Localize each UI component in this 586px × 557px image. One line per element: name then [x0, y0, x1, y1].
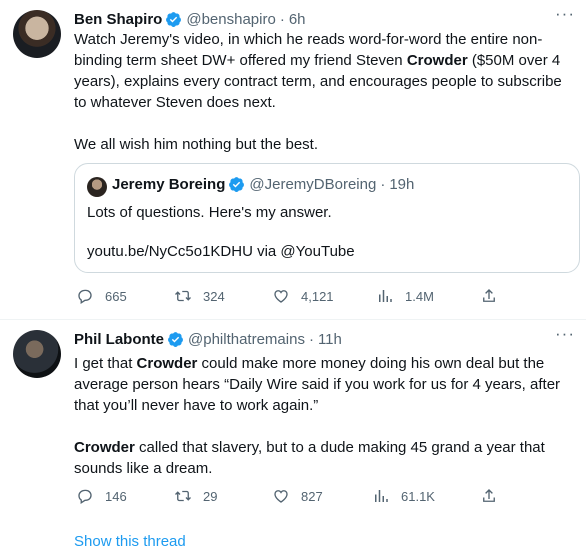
retweet-count: 29	[203, 488, 218, 504]
like-button[interactable]: 4,121	[272, 286, 334, 306]
avatar[interactable]	[13, 10, 61, 58]
highlighted-term: Crowder	[136, 355, 198, 372]
author-handle[interactable]: @benshapiro	[186, 11, 275, 28]
tweet-text: Watch Jeremy's video, in which he reads …	[74, 29, 574, 155]
reply-button[interactable]: 146	[76, 486, 127, 506]
heart-icon	[274, 290, 288, 303]
verified-badge-icon	[166, 11, 182, 27]
tweet-ben-shapiro[interactable]: Ben Shapiro @benshapiro · 6h ··· Watch J…	[0, 0, 586, 320]
quoted-tweet[interactable]: Jeremy Boreing @JeremyDBoreing · 19h Lot…	[74, 163, 580, 273]
retweet-icon	[175, 290, 191, 302]
retweet-icon	[175, 490, 191, 502]
reply-button[interactable]: 665	[76, 286, 127, 306]
timestamp[interactable]: 6h	[289, 11, 306, 28]
timestamp[interactable]: 19h	[389, 176, 414, 193]
reply-count: 146	[105, 488, 127, 504]
separator-dot: ·	[308, 330, 314, 348]
timestamp[interactable]: 11h	[318, 331, 342, 348]
tweet-header: Phil Labonte @philthatremains · 11h	[74, 329, 342, 349]
views-button[interactable]: 61.1K	[372, 486, 435, 506]
highlighted-term: Crowder	[74, 439, 135, 456]
views-chart-icon	[379, 290, 392, 302]
retweet-button[interactable]: 29	[174, 486, 217, 506]
avatar[interactable]	[13, 330, 61, 378]
like-count: 4,121	[301, 288, 334, 304]
quoted-tweet-text: Lots of questions. Here's my answer. you…	[87, 202, 567, 262]
heart-icon	[274, 490, 288, 503]
share-button[interactable]	[480, 286, 498, 306]
author-handle[interactable]: @philthatremains	[188, 331, 305, 348]
author-handle[interactable]: @JeremyDBoreing	[249, 176, 376, 193]
highlighted-term: Crowder	[406, 52, 468, 69]
separator-dot: ·	[380, 176, 386, 193]
avatar[interactable]	[87, 177, 107, 197]
text-segment: I get that	[74, 355, 137, 372]
views-chart-icon	[375, 490, 388, 502]
views-count: 1.4M	[405, 288, 434, 304]
reply-count: 665	[105, 288, 127, 304]
text-paragraph: Lots of questions. Here's my answer.	[87, 204, 332, 221]
verified-badge-icon	[229, 177, 245, 192]
retweet-count: 324	[203, 288, 225, 304]
tweet-header: Ben Shapiro @benshapiro · 6h	[74, 9, 306, 29]
like-count: 827	[301, 488, 323, 504]
separator-dot: ·	[279, 10, 285, 28]
views-count: 61.1K	[401, 488, 435, 504]
action-bar: 665 324 4,121 1.4M	[74, 286, 574, 306]
quoted-tweet-header: Jeremy Boreing @JeremyDBoreing · 19h	[112, 176, 414, 193]
show-thread-link[interactable]: Show this thread	[74, 533, 186, 550]
verified-badge-icon	[168, 331, 183, 347]
more-dots-icon[interactable]: ···	[554, 325, 576, 346]
action-bar: 146 29 827 61.1K	[74, 486, 574, 506]
text-segment: called that slavery, but to a dude makin…	[74, 439, 545, 477]
views-button[interactable]: 1.4M	[376, 286, 434, 306]
retweet-button[interactable]: 324	[174, 286, 225, 306]
share-icon	[483, 489, 495, 502]
reply-icon	[78, 489, 92, 504]
tweet-text: I get that Crowder could make more money…	[74, 353, 574, 479]
link-text[interactable]: youtu.be/NyCc5o1KDHU via @YouTube	[87, 241, 567, 262]
like-button[interactable]: 827	[272, 486, 323, 506]
more-dots-icon[interactable]: ···	[554, 5, 576, 26]
share-icon	[483, 289, 495, 302]
author-name[interactable]: Ben Shapiro	[74, 11, 162, 28]
share-button[interactable]	[480, 486, 498, 506]
author-name[interactable]: Phil Labonte	[74, 331, 164, 348]
reply-icon	[78, 289, 92, 304]
author-name[interactable]: Jeremy Boreing	[112, 176, 225, 193]
text-paragraph: We all wish him nothing but the best.	[74, 136, 319, 153]
